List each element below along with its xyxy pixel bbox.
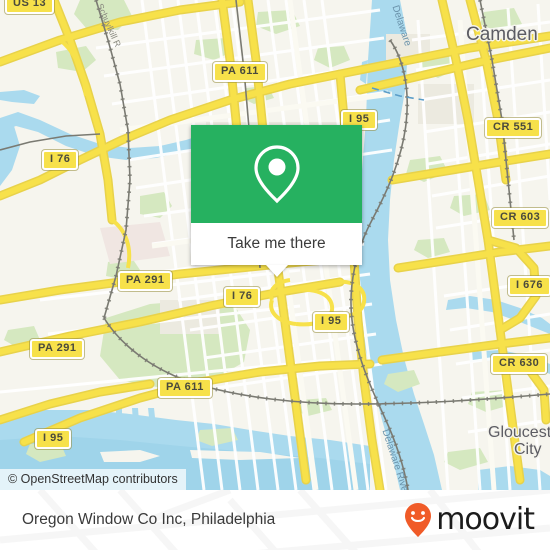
road-shield: CR 551 bbox=[485, 118, 542, 138]
road-shield: I 76 bbox=[224, 287, 261, 307]
popup-tail bbox=[265, 265, 288, 277]
footer-bar: Oregon Window Co Inc, Philadelphia moovi… bbox=[0, 490, 550, 550]
road-shield: I 76 bbox=[42, 150, 79, 170]
road-shield: I 95 bbox=[313, 312, 350, 332]
take-me-there-label: Take me there bbox=[227, 235, 326, 252]
osm-attribution[interactable]: © OpenStreetMap contributors bbox=[0, 469, 186, 490]
map-page: US 13 PA 611 I 95 CR 551 I 76 CR 603 PA … bbox=[0, 0, 550, 550]
moovit-wordmark: moovit bbox=[436, 502, 535, 537]
road-shield: PA 291 bbox=[30, 339, 85, 359]
road-shield: PA 611 bbox=[158, 378, 212, 398]
place-label-gloucester: Gloucester bbox=[488, 424, 550, 441]
road-shield: US 13 bbox=[5, 0, 55, 14]
location-title: Oregon Window Co Inc, Philadelphia bbox=[22, 511, 276, 528]
road-shield: I 95 bbox=[35, 429, 72, 449]
popup-cta-area[interactable]: Take me there bbox=[191, 223, 362, 265]
moovit-brand[interactable]: moovit bbox=[403, 502, 535, 538]
road-shield: CR 630 bbox=[491, 354, 548, 374]
road-shield: PA 291 bbox=[118, 271, 173, 291]
location-popup[interactable]: Take me there bbox=[191, 125, 362, 277]
road-shield: CR 603 bbox=[492, 208, 549, 228]
map-canvas[interactable]: US 13 PA 611 I 95 CR 551 I 76 CR 603 PA … bbox=[0, 0, 550, 490]
place-label-camden: Camden bbox=[466, 24, 538, 45]
popup-image-area bbox=[191, 125, 362, 223]
moovit-smiley-pin-icon bbox=[405, 503, 432, 537]
map-pin-icon bbox=[253, 145, 300, 204]
place-label-gloucester-city: City bbox=[514, 441, 542, 458]
road-shield: PA 611 bbox=[213, 62, 267, 82]
road-shield: I 676 bbox=[508, 276, 550, 296]
